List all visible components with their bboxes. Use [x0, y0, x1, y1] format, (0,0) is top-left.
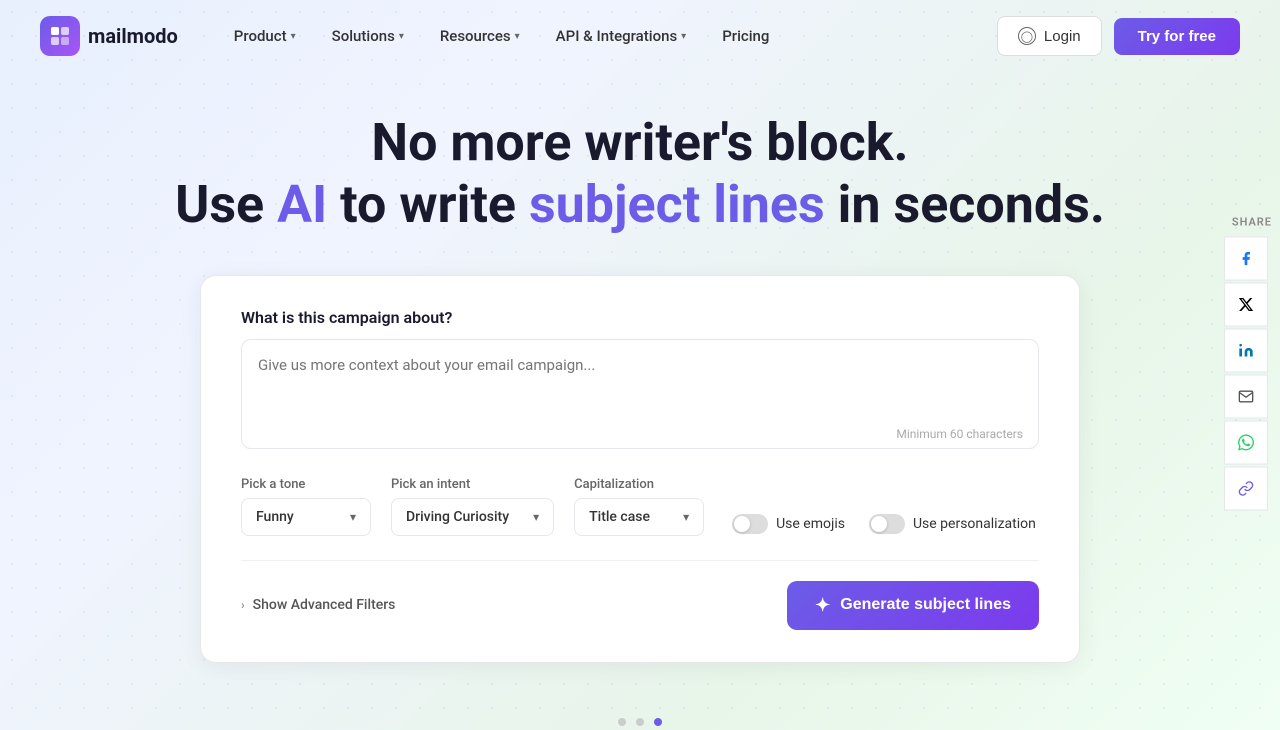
bottom-dots	[0, 691, 1280, 730]
nav-item-api[interactable]: API & Integrations ▾	[540, 19, 703, 53]
intent-label: Pick an intent	[391, 477, 554, 492]
whatsapp-share-button[interactable]	[1224, 421, 1268, 465]
side-share: SHARE	[1224, 210, 1280, 511]
emoji-toggle-item: Use emojis	[732, 514, 845, 534]
wand-icon: ✦	[815, 595, 830, 616]
logo-icon	[40, 16, 80, 56]
nav-item-pricing[interactable]: Pricing	[706, 19, 785, 53]
personalization-toggle-item: Use personalization	[869, 514, 1036, 534]
tone-filter-group: Pick a tone Funny ▾	[241, 477, 371, 536]
nav-links: Product ▾ Solutions ▾ Resources ▾ API & …	[218, 19, 997, 53]
toggle-knob	[871, 516, 887, 532]
logo[interactable]: mailmodo	[40, 16, 178, 56]
dot-indicator	[618, 718, 626, 726]
cap-filter-group: Capitalization Title case ▾	[574, 477, 704, 536]
hero-section: No more writer's block. Use AI to write …	[0, 72, 1280, 275]
nav-item-solutions[interactable]: Solutions ▾	[316, 19, 420, 53]
try-for-free-button[interactable]: Try for free	[1114, 18, 1240, 55]
emoji-toggle[interactable]	[732, 514, 768, 534]
toggle-group: Use emojis Use personalization	[732, 514, 1036, 536]
chevron-down-icon: ▾	[515, 31, 520, 42]
chevron-down-icon: ▾	[683, 510, 689, 524]
login-button[interactable]: ◯ Login	[997, 16, 1102, 56]
filters-row: Pick a tone Funny ▾ Pick an intent Drivi…	[241, 477, 1039, 536]
person-icon: ◯	[1018, 27, 1036, 45]
nav-actions: ◯ Login Try for free	[997, 16, 1240, 56]
generate-button[interactable]: ✦ Generate subject lines	[787, 581, 1039, 630]
emoji-label: Use emojis	[776, 516, 845, 532]
toggle-knob	[734, 516, 750, 532]
dot-indicator-active	[654, 718, 662, 726]
logo-text: mailmodo	[88, 24, 178, 48]
navbar: mailmodo Product ▾ Solutions ▾ Resources…	[0, 0, 1280, 72]
char-hint: Minimum 60 characters	[896, 427, 1023, 441]
nav-item-product[interactable]: Product ▾	[218, 19, 312, 53]
chevron-down-icon: ▾	[533, 510, 539, 524]
link-share-button[interactable]	[1224, 467, 1268, 511]
hero-heading: No more writer's block. Use AI to write …	[20, 112, 1260, 237]
share-label: SHARE	[1224, 210, 1280, 235]
personalization-label: Use personalization	[913, 516, 1036, 532]
chevron-down-icon: ▾	[399, 31, 404, 42]
tone-select[interactable]: Funny ▾	[241, 498, 371, 536]
cap-label: Capitalization	[574, 477, 704, 492]
nav-item-resources[interactable]: Resources ▾	[424, 19, 536, 53]
chevron-down-icon: ▾	[350, 510, 356, 524]
card-footer: › Show Advanced Filters ✦ Generate subje…	[241, 560, 1039, 630]
intent-filter-group: Pick an intent Driving Curiosity ▾	[391, 477, 554, 536]
main-card: What is this campaign about? Minimum 60 …	[200, 275, 1080, 663]
intent-select[interactable]: Driving Curiosity ▾	[391, 498, 554, 536]
dot-indicator	[636, 718, 644, 726]
cap-select[interactable]: Title case ▾	[574, 498, 704, 536]
personalization-toggle[interactable]	[869, 514, 905, 534]
card-question: What is this campaign about?	[241, 308, 1039, 327]
chevron-right-icon: ›	[241, 598, 245, 612]
email-share-button[interactable]	[1224, 375, 1268, 419]
chevron-down-icon: ▾	[681, 31, 686, 42]
chevron-down-icon: ▾	[291, 31, 296, 42]
facebook-share-button[interactable]	[1224, 237, 1268, 281]
twitter-share-button[interactable]	[1224, 283, 1268, 327]
advanced-filters-button[interactable]: › Show Advanced Filters	[241, 597, 395, 613]
tone-label: Pick a tone	[241, 477, 371, 492]
textarea-wrapper: Minimum 60 characters	[241, 339, 1039, 453]
linkedin-share-button[interactable]	[1224, 329, 1268, 373]
